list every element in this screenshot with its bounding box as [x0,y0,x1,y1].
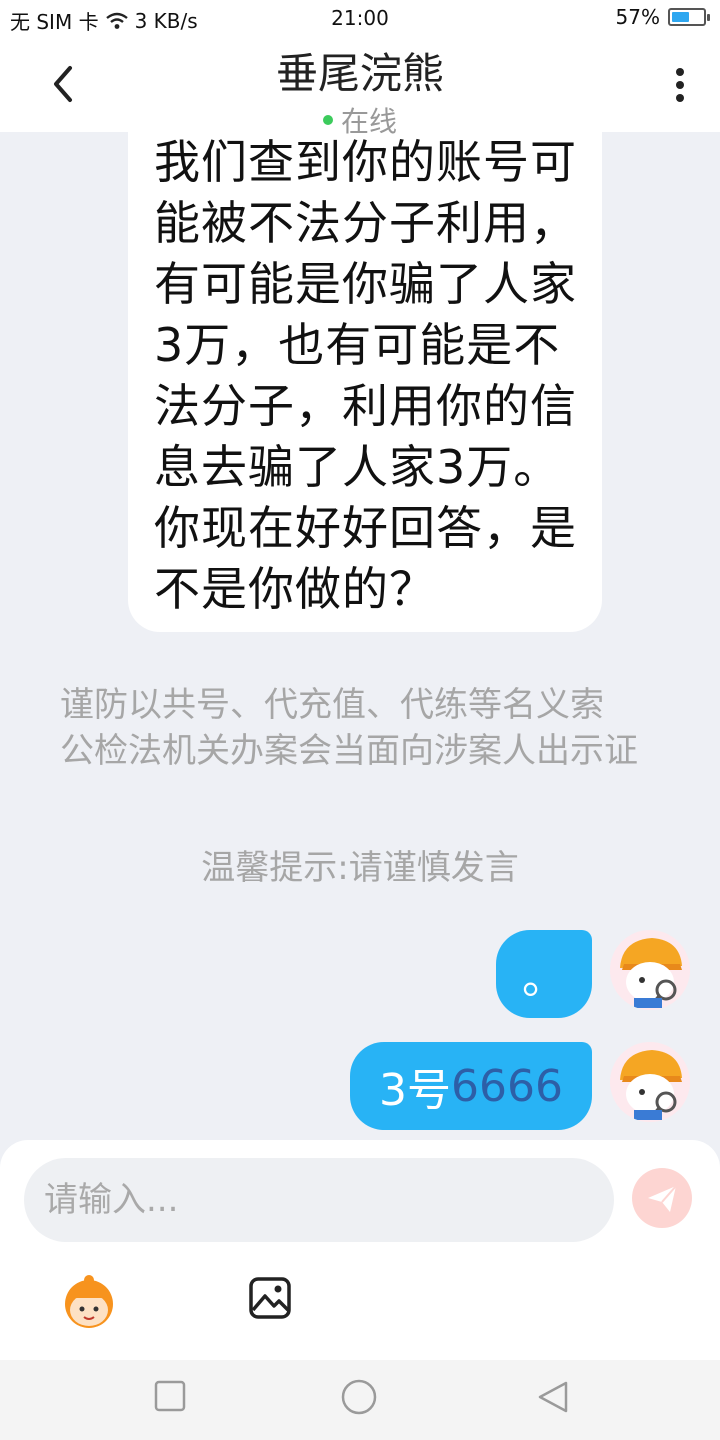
status-bar: 无 SIM 卡 3 KB/s 21:00 57% [0,0,720,36]
my-avatar[interactable] [610,1042,690,1122]
emoji-icon [65,1275,113,1328]
outgoing-message-bubble[interactable]: 3号 6666 [350,1042,592,1130]
outgoing-message-prefix: 3号 [379,1065,451,1116]
battery-icon [668,8,710,26]
home-button[interactable] [340,1378,378,1420]
paper-plane-icon [648,1185,677,1212]
outgoing-message-text: 。 [522,953,566,1004]
outgoing-message-bubble[interactable]: 。 [496,930,592,1018]
outgoing-message-highlight: 6666 [451,1060,563,1112]
top-bar: 无 SIM 卡 3 KB/s 21:00 57% 垂尾浣熊 在线 [0,0,720,138]
more-options-button[interactable] [670,66,690,106]
system-notice-line-1: 谨防以共号、代充值、代练等名义索 [60,685,604,725]
emoji-button[interactable] [60,1272,118,1330]
battery-percent: 57% [615,5,660,29]
warm-tip: 温馨提示:请谨慎发言 [201,848,519,888]
input-panel [0,1140,720,1360]
online-status: 在线 [0,100,720,140]
square-icon [154,1380,186,1412]
circle-icon [341,1379,377,1415]
triangle-icon [538,1381,568,1413]
recent-apps-button[interactable] [154,1380,186,1416]
online-status-label: 在线 [340,105,397,138]
image-icon [249,1277,291,1319]
message-input[interactable] [24,1158,614,1242]
my-avatar[interactable] [610,930,690,1010]
clock: 21:00 [331,6,389,30]
chat-title: 垂尾浣熊 [275,49,444,98]
more-vertical-icon [676,68,684,102]
online-dot [322,115,333,125]
nav-back-button[interactable] [536,1380,570,1418]
image-button[interactable] [248,1276,292,1320]
send-button[interactable] [632,1168,692,1228]
system-navigation-bar [0,1360,720,1440]
incoming-message-text: 我们查到你的账号可能被不法分子利用，有可能是你骗了人家3万，也有可能是不法分子，… [154,135,577,616]
system-notice-line-2: 公检法机关办案会当面向涉案人出示证 [60,731,638,771]
chat-area[interactable]: 我们查到你的账号可能被不法分子利用，有可能是你骗了人家3万，也有可能是不法分子，… [0,0,720,1140]
